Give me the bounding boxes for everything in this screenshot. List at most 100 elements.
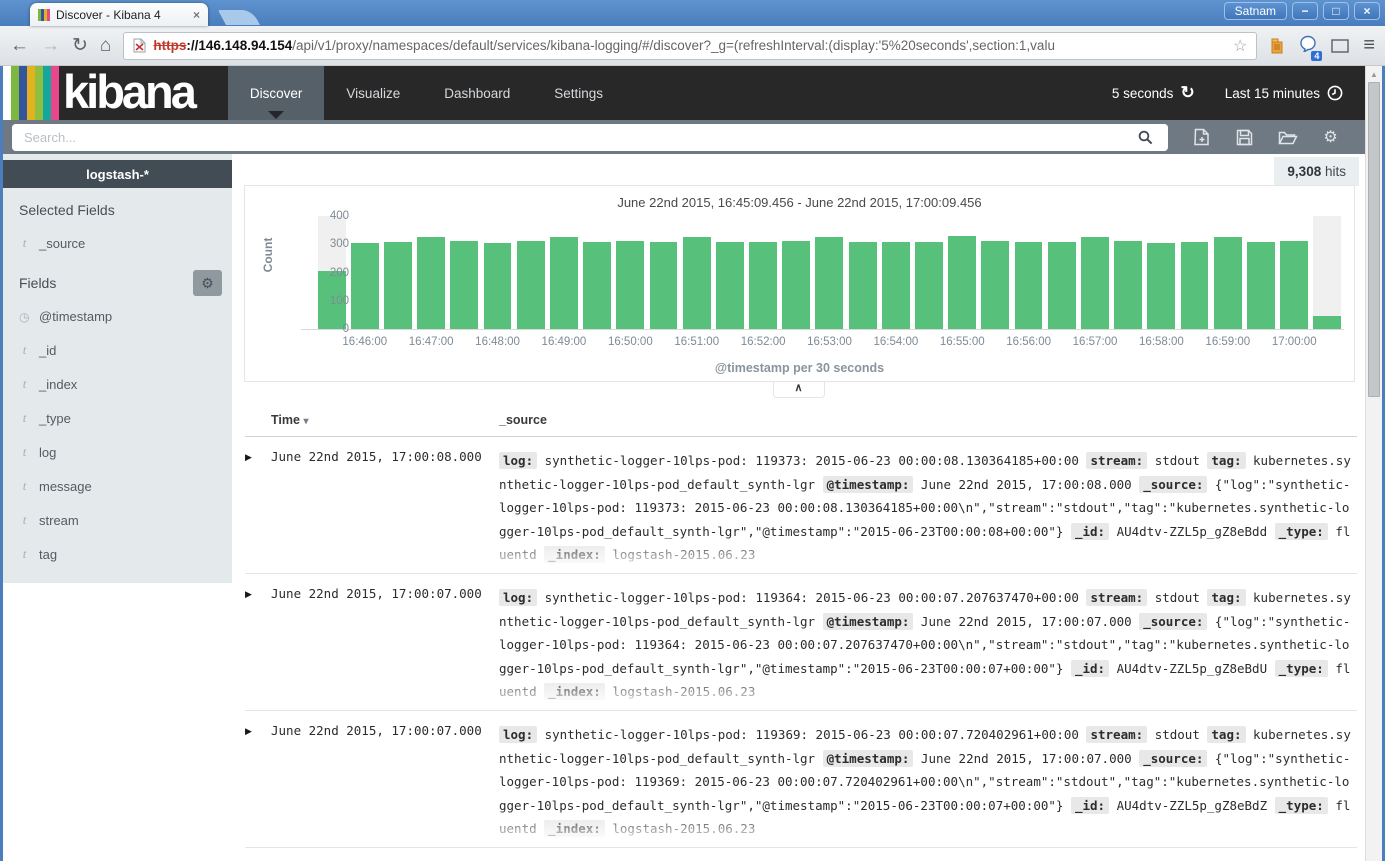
nav-item-visualize[interactable]: Visualize: [324, 66, 422, 120]
histogram-bar[interactable]: [1048, 242, 1076, 329]
histogram-bar[interactable]: [1247, 242, 1275, 329]
histogram-bar[interactable]: [948, 236, 976, 329]
field-item-index[interactable]: t_index: [3, 367, 232, 401]
save-search-button[interactable]: [1223, 127, 1266, 147]
time-picker[interactable]: Last 15 minutes: [1225, 85, 1343, 101]
field-item-source[interactable]: t_source: [3, 226, 232, 260]
expand-caret-icon[interactable]: ▶: [245, 586, 271, 710]
home-icon[interactable]: ⌂: [100, 36, 111, 55]
histogram-bar[interactable]: [749, 242, 777, 329]
menu-icon[interactable]: ≡: [1363, 34, 1375, 57]
histogram-bar[interactable]: [417, 237, 445, 329]
reload-icon[interactable]: ↻: [72, 36, 88, 55]
histogram-bar[interactable]: [650, 242, 678, 329]
histogram-slot: [979, 216, 1012, 329]
table-row[interactable]: ▶June 22nd 2015, 17:00:07.000log: synthe…: [245, 574, 1357, 711]
new-document-icon: [1194, 128, 1210, 146]
refresh-icon: ↻: [1180, 83, 1194, 103]
histogram-bar[interactable]: [450, 241, 478, 329]
field-item-message[interactable]: tmessage: [3, 469, 232, 503]
field-item-stream[interactable]: tstream: [3, 503, 232, 537]
maximize-button[interactable]: □: [1323, 2, 1349, 20]
scrollbar-thumb[interactable]: [1368, 82, 1380, 397]
histogram-bars: [315, 216, 1344, 329]
histogram-bar[interactable]: [915, 242, 943, 329]
field-settings-button[interactable]: ⚙: [193, 270, 222, 296]
page-scrollbar[interactable]: ▲: [1365, 66, 1382, 861]
histogram-bar[interactable]: [351, 243, 379, 329]
hangouts-icon[interactable]: 4: [1299, 35, 1317, 57]
histogram-bar[interactable]: [782, 241, 810, 329]
browser-tab[interactable]: Discover - Kibana 4 ×: [30, 3, 208, 26]
histogram-bar[interactable]: [616, 241, 644, 329]
nav-item-dashboard[interactable]: Dashboard: [422, 66, 532, 120]
field-item-tag[interactable]: ttag: [3, 537, 232, 571]
refresh-interval[interactable]: 5 seconds ↻: [1112, 83, 1195, 103]
scroll-up-arrow[interactable]: ▲: [1366, 66, 1382, 79]
histogram-bar[interactable]: [384, 242, 412, 329]
expand-caret-icon[interactable]: ▶: [245, 723, 271, 847]
index-pattern-selector[interactable]: logstash-*: [3, 160, 232, 188]
new-search-button[interactable]: [1180, 127, 1223, 147]
y-tick-label: 0: [319, 323, 349, 335]
field-name: log: [39, 445, 56, 460]
open-search-button[interactable]: [1266, 127, 1309, 147]
settings-button[interactable]: ⚙: [1309, 127, 1352, 147]
search-button[interactable]: [1122, 124, 1168, 151]
time-column-header[interactable]: Time ▾: [271, 413, 499, 427]
table-row[interactable]: ▶June 22nd 2015, 17:00:07.000log: synthe…: [245, 711, 1357, 848]
histogram-bar[interactable]: [981, 241, 1009, 329]
histogram-bar[interactable]: [1081, 237, 1109, 329]
histogram-slot: [1078, 216, 1111, 329]
url-bar[interactable]: https://146.148.94.154/api/v1/proxy/name…: [123, 32, 1257, 60]
collapse-chart-button[interactable]: ∧: [773, 381, 825, 398]
histogram-bar[interactable]: [683, 237, 711, 329]
profile-badge[interactable]: Satnam: [1224, 2, 1287, 20]
close-button[interactable]: ×: [1354, 2, 1380, 20]
histogram-slot: [348, 216, 381, 329]
url-scheme: https: [153, 38, 186, 53]
query-toolbar: ⚙: [3, 120, 1365, 154]
text-field-icon: t: [19, 512, 30, 528]
cast-icon[interactable]: [1331, 39, 1349, 53]
histogram-bar[interactable]: [1214, 237, 1242, 329]
histogram-bar[interactable]: [1147, 243, 1175, 329]
histogram-bar[interactable]: [882, 242, 910, 329]
table-row[interactable]: ▶June 22nd 2015, 17:00:08.000log: synthe…: [245, 437, 1357, 574]
field-badge: log:: [499, 726, 537, 743]
tab-close-icon[interactable]: ×: [193, 8, 200, 22]
histogram-bar[interactable]: [815, 237, 843, 329]
forward-icon[interactable]: →: [41, 36, 60, 55]
field-item-id[interactable]: t_id: [3, 333, 232, 367]
expand-caret-icon[interactable]: ▶: [245, 449, 271, 573]
field-item-timestamp[interactable]: ◷@timestamp: [3, 300, 232, 333]
minimize-button[interactable]: −: [1292, 2, 1318, 20]
histogram-bar[interactable]: [484, 243, 512, 329]
bookmark-star-icon[interactable]: ☆: [1233, 36, 1247, 56]
field-badge: _index:: [544, 820, 605, 837]
field-badge: _type:: [1275, 797, 1328, 814]
nav-item-discover[interactable]: Discover: [228, 66, 325, 120]
new-tab-button[interactable]: [218, 10, 260, 25]
histogram-bar[interactable]: [716, 242, 744, 329]
extension-icon[interactable]: [1269, 38, 1285, 54]
histogram-bar[interactable]: [1114, 241, 1142, 329]
histogram-bar[interactable]: [1181, 242, 1209, 329]
histogram-bar[interactable]: [1313, 316, 1341, 329]
nav-item-settings[interactable]: Settings: [532, 66, 625, 120]
histogram-bar[interactable]: [583, 242, 611, 329]
logo-stripe: [35, 66, 43, 120]
histogram-bar[interactable]: [550, 237, 578, 329]
histogram-bar[interactable]: [849, 242, 877, 329]
search-input[interactable]: [12, 124, 1122, 151]
field-item-log[interactable]: tlog: [3, 435, 232, 469]
x-tick-label: 16:53:00: [807, 336, 852, 348]
histogram-bar[interactable]: [1015, 242, 1043, 329]
histogram-bar[interactable]: [1280, 241, 1308, 329]
save-icon: [1236, 129, 1253, 146]
kibana-wordmark: kibana: [59, 66, 202, 120]
histogram-slot: [381, 216, 414, 329]
histogram-bar[interactable]: [517, 241, 545, 329]
back-icon[interactable]: ←: [10, 36, 29, 55]
field-item-type[interactable]: t_type: [3, 401, 232, 435]
